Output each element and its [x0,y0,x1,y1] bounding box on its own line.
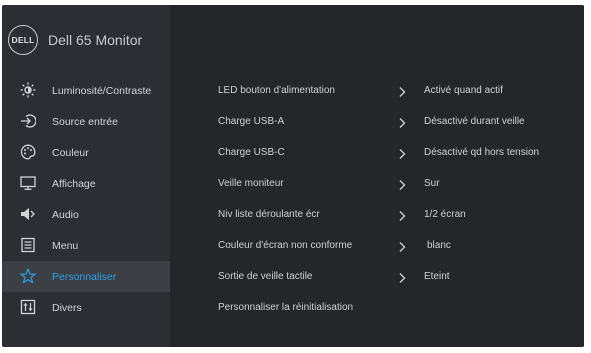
sidebar-menu: Luminosité/Contraste Source entrée Coule… [2,75,170,323]
sidebar-item-label: Luminosité/Contraste [52,84,152,97]
setting-value: Désactivé qd hors tension [424,147,540,158]
sidebar-item-label: Couleur [52,146,89,159]
setting-row-personalize-reset[interactable]: Personnaliser la réinitialisation [218,293,578,324]
color-palette-icon [20,144,36,160]
sidebar-item-color[interactable]: Couleur [2,137,170,168]
setting-name: Niv liste déroulante écr [218,209,320,220]
sidebar-item-input-source[interactable]: Source entrée [2,106,170,137]
chevron-right-icon [396,85,408,97]
settings-panel: LED bouton d'alimentation Activé quand a… [170,5,584,347]
setting-row-nonconforming-screen-color[interactable]: Couleur d'écran non conforme blanc [218,231,578,262]
setting-row-usb-c-charging[interactable]: Charge USB-C Désactivé qd hors tension [218,138,578,169]
chevron-right-icon [396,240,408,252]
others-icon [20,299,36,315]
setting-value: Eteint [424,271,450,282]
setting-value: blanc [427,240,451,251]
sidebar-item-label: Audio [52,208,79,221]
setting-name: Couleur d'écran non conforme [218,240,353,251]
setting-name: Sortie de veille tactile [218,271,313,282]
monitor-osd-window: DELL Dell 65 Monitor Luminosité/Contrast… [2,5,584,347]
setting-row-usb-a-charging[interactable]: Charge USB-A Désactivé durant veille [218,107,578,138]
brightness-icon [20,82,36,98]
sidebar: DELL Dell 65 Monitor Luminosité/Contrast… [2,5,170,347]
setting-row-touch-wake[interactable]: Sortie de veille tactile Eteint [218,262,578,293]
chevron-right-icon [396,116,408,128]
input-source-icon [20,113,36,129]
sidebar-item-label: Menu [52,239,79,252]
star-icon [20,268,36,284]
setting-name: Charge USB-C [218,147,285,158]
display-icon [20,175,36,191]
chevron-right-icon [396,271,408,283]
setting-name: Veille moniteur [218,178,284,189]
setting-row-dropdown-level[interactable]: Niv liste déroulante écr 1/2 écran [218,200,578,231]
sidebar-item-label: Affichage [52,177,96,190]
sidebar-item-audio[interactable]: Audio [2,199,170,230]
chevron-right-icon [396,147,408,159]
sidebar-item-brightness-contrast[interactable]: Luminosité/Contraste [2,75,170,106]
chevron-right-icon [396,209,408,221]
dell-logo: DELL [8,25,38,55]
menu-icon [20,237,36,253]
brand: DELL Dell 65 Monitor [8,25,142,55]
sidebar-item-label: Personnaliser [52,270,117,283]
settings-list: LED bouton d'alimentation Activé quand a… [218,76,578,324]
setting-row-monitor-sleep[interactable]: Veille moniteur Sur [218,169,578,200]
setting-name: Personnaliser la réinitialisation [218,302,354,313]
sidebar-item-label: Source entrée [52,115,118,128]
setting-value: Désactivé durant veille [424,116,525,127]
setting-value: Sur [424,178,440,189]
sidebar-item-menu[interactable]: Menu [2,230,170,261]
setting-name: LED bouton d'alimentation [218,85,335,96]
setting-row-power-button-led[interactable]: LED bouton d'alimentation Activé quand a… [218,76,578,107]
speaker-icon [20,206,36,222]
setting-value: Activé quand actif [424,85,503,96]
chevron-right-icon [396,178,408,190]
sidebar-item-others[interactable]: Divers [2,292,170,323]
sidebar-item-label: Divers [52,301,82,314]
setting-name: Charge USB-A [218,116,285,127]
setting-value: 1/2 écran [424,209,466,220]
sidebar-item-display[interactable]: Affichage [2,168,170,199]
sidebar-item-personalize[interactable]: Personnaliser [2,261,170,292]
page-title: Dell 65 Monitor [48,32,143,48]
